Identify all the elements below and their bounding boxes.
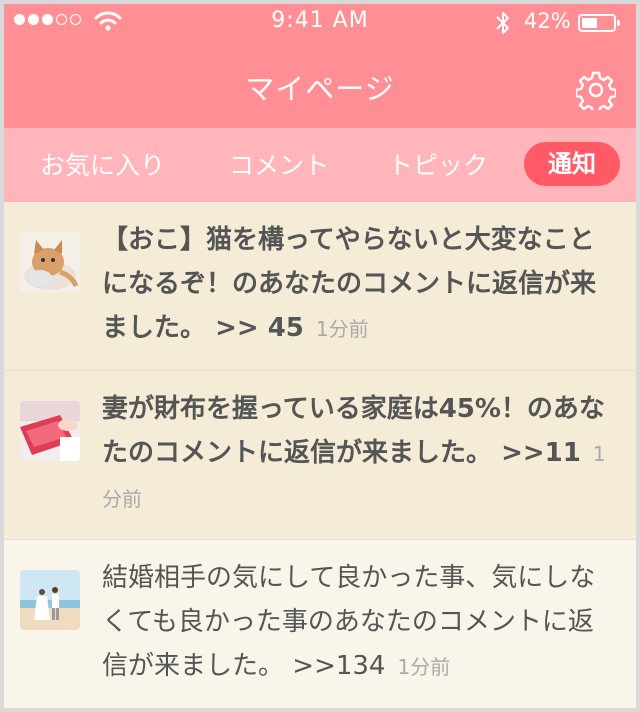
reply-count: >> 45 (215, 313, 304, 343)
wallet-thumbnail (20, 401, 80, 461)
app-screen: 9:41 AM 42% マイページ お気に入り コメント トピック 通知 【おこ… (4, 4, 636, 708)
tab-topics[interactable]: トピック (388, 146, 488, 182)
reply-count: >>11 (501, 438, 581, 468)
wedding-thumbnail (20, 570, 80, 630)
list-item[interactable]: 【おこ】猫を構ってやらないと大変なことになるぞ！のあなたのコメントに返信が来まし… (4, 202, 636, 371)
status-bar: 9:41 AM 42% (4, 4, 636, 38)
notification-message: 【おこ】猫を構ってやらないと大変なことになるぞ！のあなたのコメントに返信が来まし… (102, 218, 610, 351)
page-title: マイページ (245, 72, 395, 106)
reply-count: >>134 (292, 651, 386, 681)
list-item[interactable]: 妻が財布を握っている家庭は45%！のあなたのコメントに返信が来ました。 >>11… (4, 371, 636, 540)
bluetooth-icon (496, 12, 509, 34)
notification-message: 妻が財布を握っている家庭は45%！のあなたのコメントに返信が来ました。 >>11… (102, 387, 610, 521)
tab-favorites[interactable]: お気に入り (40, 146, 165, 182)
tab-bar: お気に入り コメント トピック 通知 (4, 128, 636, 202)
battery-icon (578, 14, 620, 32)
timestamp: 1分前 (397, 655, 451, 679)
cat-thumbnail (20, 232, 80, 292)
notification-message: 結婚相手の気にして良かった事、気にしなくても良かった事のあなたのコメントに返信が… (102, 556, 610, 689)
tab-notifications[interactable]: 通知 (524, 142, 620, 186)
header: 9:41 AM 42% マイページ (4, 4, 636, 128)
battery-percentage: 42% (524, 9, 571, 33)
list-item[interactable]: 結婚相手の気にして良かった事、気にしなくても良かった事のあなたのコメントに返信が… (4, 540, 636, 708)
timestamp: 1分前 (315, 317, 369, 341)
gear-icon[interactable] (576, 70, 616, 110)
tab-comments[interactable]: コメント (229, 146, 329, 182)
